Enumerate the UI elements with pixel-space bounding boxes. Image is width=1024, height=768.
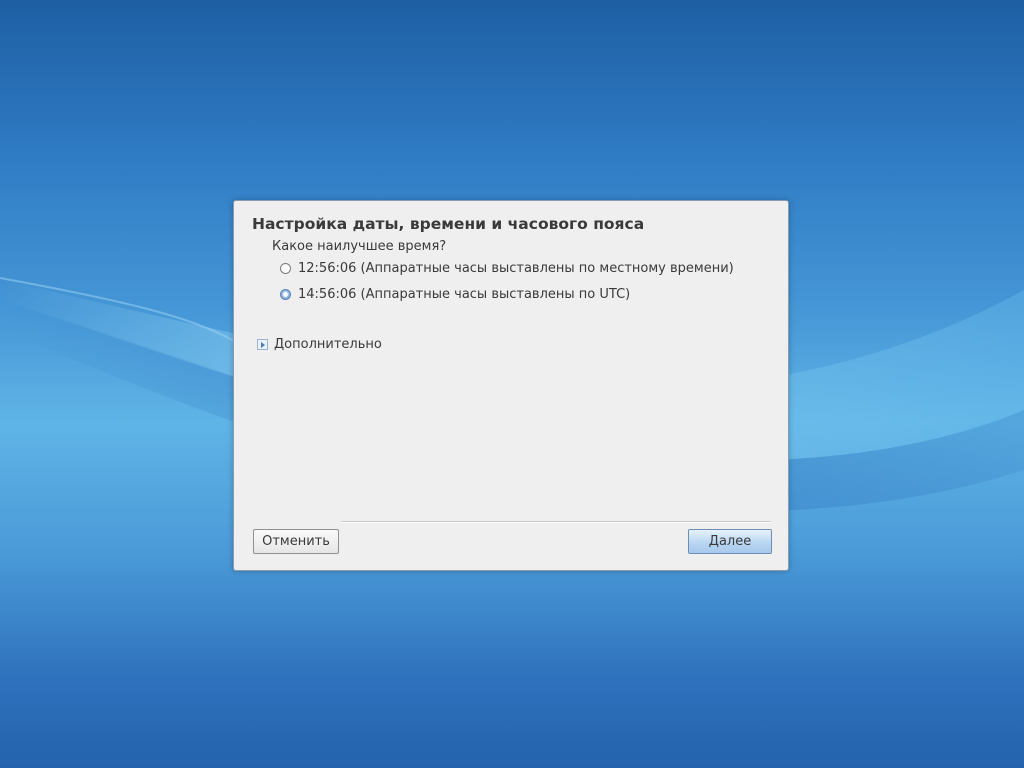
button-separator [341, 521, 771, 523]
date-time-dialog: Настройка даты, времени и часового пояса… [233, 200, 789, 571]
radio-unselected-icon[interactable] [280, 263, 291, 274]
dialog-title: Настройка даты, времени и часового пояса [252, 215, 645, 233]
option-utc-time[interactable]: 14:56:06 (Аппаратные часы выставлены по … [280, 287, 630, 302]
advanced-expander-label: Дополнительно [274, 337, 382, 352]
expander-arrow-icon[interactable] [257, 339, 268, 350]
cancel-button[interactable]: Отменить [253, 529, 339, 554]
option-local-time[interactable]: 12:56:06 (Аппаратные часы выставлены по … [280, 261, 734, 276]
advanced-expander[interactable]: Дополнительно [257, 337, 382, 352]
question-label: Какое наилучшее время? [272, 239, 447, 254]
next-button[interactable]: Далее [688, 529, 772, 554]
option-utc-time-label: 14:56:06 (Аппаратные часы выставлены по … [298, 287, 631, 302]
radio-selected-icon[interactable] [280, 289, 291, 300]
option-local-time-label: 12:56:06 (Аппаратные часы выставлены по … [298, 261, 734, 276]
